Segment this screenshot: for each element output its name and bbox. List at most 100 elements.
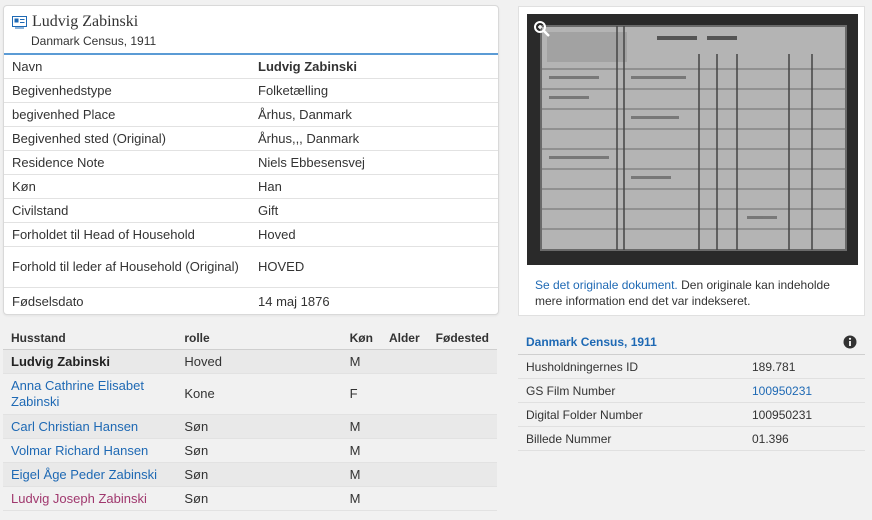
fact-label: Forhold til leder af Household (Original… (4, 246, 250, 288)
household-header-row: Husstand rolle Køn Alder Fødested (3, 327, 497, 350)
member-link[interactable]: Anna Cathrine Elisabet Zabinski (3, 373, 177, 415)
fact-label: Køn (4, 174, 250, 199)
col-header-sex: Køn (341, 327, 381, 350)
census-label: Husholdningernes ID (518, 355, 744, 379)
member-role: Søn (176, 414, 342, 439)
member-role: Søn (176, 462, 342, 487)
member-sex: M (341, 349, 381, 374)
fact-row: Civilstand Gift (4, 198, 498, 223)
member-age (380, 438, 428, 463)
member-birthplace (427, 438, 497, 463)
image-card: Se det originale dokument. Den originale… (518, 6, 865, 316)
census-header: Danmark Census, 1911 (518, 330, 865, 355)
fact-row: Begivenhed sted (Original) Århus,,, Danm… (4, 126, 498, 151)
fact-value: Ludvig Zabinski (250, 55, 498, 79)
image-panel: Se det originale dokument. Den originale… (518, 6, 865, 316)
census-label: Digital Folder Number (518, 402, 744, 427)
census-info: Danmark Census, 1911 Husholdningernes ID… (518, 330, 865, 451)
document-thumbnail[interactable] (527, 14, 858, 265)
fact-value: Gift (250, 198, 498, 223)
member-role: Søn (176, 486, 342, 511)
member-sex: F (341, 373, 381, 415)
member-age (380, 486, 428, 511)
fact-label: Navn (4, 55, 250, 79)
fact-row: Fødselsdato 14 maj 1876 (4, 288, 498, 315)
member-link[interactable]: Eigel Åge Peder Zabinski (3, 462, 177, 487)
household-row: Ludvig Zabinski Hoved M (3, 349, 497, 374)
fact-row: begivenhed Place Århus, Danmark (4, 102, 498, 127)
col-header-birthplace: Fødested (427, 327, 497, 350)
census-row: Husholdningernes ID 189.781 (518, 355, 865, 379)
census-table: Husholdningernes ID 189.781 GS Film Numb… (518, 355, 865, 451)
census-value: 189.781 (744, 355, 865, 379)
col-header-role: rolle (176, 327, 342, 350)
image-note: Se det originale dokument. Den originale… (527, 277, 856, 309)
fact-row: Køn Han (4, 174, 498, 199)
household-row: Anna Cathrine Elisabet Zabinski Kone F (3, 373, 497, 415)
member-age (380, 462, 428, 487)
fact-row: Begivenhedstype Folketælling (4, 78, 498, 103)
census-title-link[interactable]: Danmark Census, 1911 (526, 335, 657, 349)
household-row: Volmar Richard Hansen Søn M (3, 438, 497, 463)
member-age (380, 414, 428, 439)
view-original-link[interactable]: Se det originale dokument. (535, 278, 678, 292)
col-header-name: Husstand (3, 327, 177, 350)
member-role: Hoved (176, 349, 342, 374)
facts-table: Navn Ludvig Zabinski Begivenhedstype Fol… (4, 55, 498, 314)
gs-film-number-link[interactable]: 100950231 (744, 378, 865, 403)
document-image (527, 14, 858, 265)
census-label: Billede Nummer (518, 426, 744, 451)
member-role: Søn (176, 438, 342, 463)
fact-value: Hoved (250, 222, 498, 247)
fact-label: Fødselsdato (12, 293, 84, 309)
household-row: Eigel Åge Peder Zabinski Søn M (3, 462, 497, 487)
census-value: 01.396 (744, 426, 865, 451)
fact-row: Forholdet til Head of Household Hoved (4, 222, 498, 247)
household-table: Husstand rolle Køn Alder Fødested Ludvig… (3, 327, 497, 511)
col-header-age: Alder (380, 327, 428, 350)
member-age (380, 349, 428, 374)
fact-value: Folketælling (250, 78, 498, 103)
member-sex: M (341, 462, 381, 487)
member-birthplace (427, 414, 497, 439)
member-birthplace (427, 349, 497, 374)
household-row: Ludvig Joseph Zabinski Søn M (3, 486, 497, 511)
member-link[interactable]: Ludvig Joseph Zabinski (3, 486, 177, 511)
fact-label: Begivenhedstype (4, 78, 250, 103)
member-link[interactable]: Volmar Richard Hansen (3, 438, 177, 463)
member-name: Ludvig Zabinski (3, 349, 177, 374)
member-role: Kone (176, 373, 342, 415)
census-value: 100950231 (744, 402, 865, 427)
member-birthplace (427, 486, 497, 511)
record-card: Ludvig Zabinski Danmark Census, 1911 Nav… (3, 5, 499, 315)
record-collection: Danmark Census, 1911 (31, 34, 157, 48)
household-row: Carl Christian Hansen Søn M (3, 414, 497, 439)
fact-label: Begivenhed sted (Original) (4, 126, 250, 151)
member-age (380, 373, 428, 415)
census-label: GS Film Number (518, 378, 744, 403)
fact-value: Niels Ebbesensvej (250, 150, 498, 175)
census-row: GS Film Number 100950231 (518, 378, 865, 403)
record-title: Ludvig Zabinski (32, 13, 139, 30)
member-birthplace (427, 373, 497, 415)
fact-label: Forholdet til Head of Household (4, 222, 250, 247)
census-row: Billede Nummer 01.396 (518, 426, 865, 451)
member-sex: M (341, 414, 381, 439)
member-birthplace (427, 462, 497, 487)
member-sex: M (341, 438, 381, 463)
zoom-icon[interactable] (533, 20, 551, 38)
fact-row: Navn Ludvig Zabinski (4, 55, 498, 79)
info-icon[interactable] (843, 335, 857, 349)
member-link[interactable]: Carl Christian Hansen (3, 414, 177, 439)
census-row: Digital Folder Number 100950231 (518, 402, 865, 427)
fact-value: Århus, Danmark (250, 102, 498, 127)
fact-value: Århus,,, Danmark (250, 126, 498, 151)
household-section: Husstand rolle Køn Alder Fødested Ludvig… (3, 327, 497, 511)
member-sex: M (341, 486, 381, 511)
fact-row: Forhold til leder af Household (Original… (4, 246, 498, 288)
fact-value: 14 maj 1876 (258, 293, 330, 309)
record-icon (12, 15, 27, 28)
fact-value: HOVED (250, 246, 498, 288)
fact-label: begivenhed Place (4, 102, 250, 127)
fact-value: Han (250, 174, 498, 199)
